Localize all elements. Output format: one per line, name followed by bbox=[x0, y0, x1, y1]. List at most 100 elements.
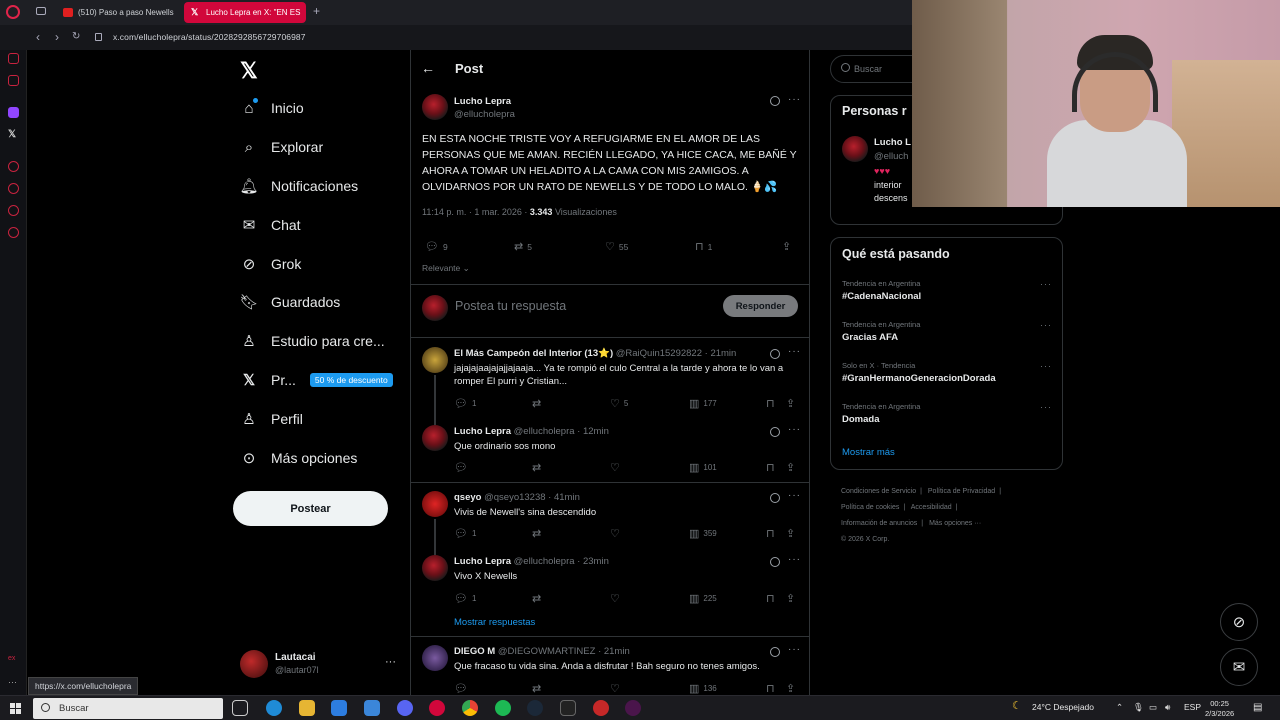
language-indicator[interactable]: ESP bbox=[1184, 702, 1201, 712]
footer-link[interactable]: Más opciones ··· bbox=[929, 520, 981, 527]
repost-action[interactable]: ⇄ 5 bbox=[514, 240, 532, 253]
like-action[interactable]: ♡ 5 bbox=[610, 397, 628, 410]
like-action[interactable]: ♡ bbox=[610, 592, 620, 605]
weather-label[interactable]: 24°C Despejado bbox=[1032, 702, 1094, 712]
bookmark-action[interactable]: ⊓ bbox=[766, 397, 775, 410]
windows-start-icon[interactable] bbox=[10, 703, 21, 714]
opera-gx-icon[interactable] bbox=[429, 700, 445, 716]
comment-author[interactable]: El Más Campeón del Interior (13⭐) bbox=[454, 348, 613, 359]
tray-chevron-icon[interactable]: ⌃ bbox=[1116, 702, 1123, 713]
post-time[interactable]: 11:14 p. m. · 1 mar. 2026 · bbox=[422, 207, 527, 217]
repost-action[interactable]: ⇄ bbox=[532, 527, 541, 540]
search-input[interactable]: Buscar bbox=[854, 64, 882, 74]
share-action[interactable]: ⇪ bbox=[786, 527, 795, 540]
footer-link[interactable]: Accesibilidad bbox=[911, 504, 952, 511]
footer-link[interactable]: Política de cookies bbox=[841, 504, 899, 511]
grok-icon[interactable] bbox=[770, 493, 780, 503]
repost-action[interactable]: ⇄ bbox=[532, 397, 541, 410]
more-icon[interactable]: ··· bbox=[1040, 320, 1052, 330]
steam-icon[interactable] bbox=[527, 700, 543, 716]
reply-action[interactable]: 💬︎ 1 bbox=[454, 397, 476, 410]
grok-icon[interactable] bbox=[770, 96, 780, 106]
reload-icon[interactable]: ↻ bbox=[72, 31, 80, 42]
more-icon[interactable]: ··· bbox=[385, 656, 396, 668]
nav-home[interactable]: ⌂ Inicio bbox=[240, 93, 303, 123]
twitch-icon[interactable] bbox=[8, 107, 19, 118]
person-handle[interactable]: @elluch bbox=[874, 151, 908, 162]
comment-time[interactable]: · 12min bbox=[577, 426, 609, 437]
reply-button[interactable]: Responder bbox=[723, 295, 798, 317]
back-icon[interactable]: ‹ bbox=[36, 30, 40, 44]
avatar[interactable] bbox=[422, 94, 448, 120]
sidebar-app-icon[interactable] bbox=[8, 161, 19, 172]
comment-author[interactable]: Lucho Lepra bbox=[454, 556, 511, 567]
tab-overview-icon[interactable] bbox=[36, 7, 46, 15]
avatar[interactable] bbox=[422, 555, 448, 581]
nav-bookmarks[interactable]: 🔖︎ Guardados bbox=[239, 287, 340, 317]
more-icon[interactable]: ··· bbox=[8, 677, 19, 688]
comment-handle[interactable]: @DIEGOWMARTINEZ bbox=[498, 646, 596, 657]
comment-time[interactable]: · 21min bbox=[598, 646, 630, 657]
post-button[interactable]: Postear bbox=[233, 491, 388, 526]
settings-icon[interactable] bbox=[8, 227, 19, 238]
comment-author[interactable]: DIEGO M bbox=[454, 646, 495, 657]
tab-youtube[interactable]: (510) Paso a paso Newells bbox=[56, 2, 174, 23]
like-action[interactable]: ♡ bbox=[610, 682, 620, 695]
trend-item[interactable]: Tendencia en Argentina Gracias AFA ··· bbox=[842, 320, 1052, 343]
trend-item[interactable]: Tendencia en Argentina #CadenaNacional ·… bbox=[842, 279, 1052, 302]
bookmark-action[interactable]: ⊓ bbox=[766, 461, 775, 474]
comment-time[interactable]: · 23min bbox=[577, 556, 609, 567]
comment-time[interactable]: · 21min bbox=[705, 348, 737, 359]
avatar[interactable] bbox=[422, 491, 448, 517]
nav-more-options[interactable]: ⊙ Más opciones bbox=[240, 443, 358, 473]
footer-link[interactable]: Política de Privacidad bbox=[928, 488, 995, 495]
share-action[interactable]: ⇪ bbox=[786, 682, 795, 695]
grok-icon[interactable] bbox=[770, 427, 780, 437]
avatar[interactable] bbox=[422, 347, 448, 373]
comment-handle[interactable]: @RaiQuin15292822 bbox=[616, 348, 702, 359]
messenger-icon[interactable] bbox=[8, 205, 19, 216]
messages-fab-icon[interactable]: ✉ bbox=[1220, 648, 1258, 686]
bookmark-action[interactable]: ⊓ bbox=[766, 682, 775, 695]
bookmark-action[interactable]: ⊓ bbox=[766, 527, 775, 540]
footer-link[interactable]: Condiciones de Servicio bbox=[841, 488, 916, 495]
x-logo-icon[interactable]: 𝕏 bbox=[240, 58, 258, 84]
x-sidebar-icon[interactable]: 𝕏 bbox=[8, 129, 19, 140]
new-tab-button[interactable]: + bbox=[313, 4, 320, 18]
reply-action[interactable]: 💬︎ 9 bbox=[425, 240, 448, 253]
views-action[interactable]: ▥ 225 bbox=[689, 592, 717, 605]
nav-notifications[interactable]: 🔔︎ Notificaciones bbox=[239, 171, 358, 201]
sidebar-app-icon[interactable] bbox=[8, 53, 19, 64]
comment-handle[interactable]: @qseyo13238 bbox=[484, 492, 545, 503]
obs-icon[interactable] bbox=[593, 700, 609, 716]
grok-fab-icon[interactable]: ⊘ bbox=[1220, 603, 1258, 641]
reply-action[interactable]: 💬︎ 1 bbox=[454, 527, 476, 540]
avatar[interactable] bbox=[422, 645, 448, 671]
more-icon[interactable]: ··· bbox=[1040, 361, 1052, 371]
avatar[interactable] bbox=[422, 425, 448, 451]
slack-icon[interactable] bbox=[625, 700, 641, 716]
task-view-icon[interactable] bbox=[232, 700, 248, 716]
more-icon[interactable]: ··· bbox=[788, 490, 801, 501]
reply-action[interactable]: 💬︎ bbox=[454, 461, 468, 474]
like-action[interactable]: ♡ bbox=[610, 461, 620, 474]
more-icon[interactable]: ··· bbox=[1040, 279, 1052, 289]
comment-handle[interactable]: @ellucholepra bbox=[514, 556, 575, 567]
more-icon[interactable]: ··· bbox=[788, 424, 801, 435]
reply-action[interactable]: 💬︎ bbox=[454, 682, 468, 695]
account-switcher[interactable]: Lautacai @lautar07l ··· bbox=[240, 650, 400, 680]
show-replies-link[interactable]: Mostrar respuestas bbox=[454, 617, 535, 628]
history-icon[interactable] bbox=[8, 183, 19, 194]
discord-icon[interactable] bbox=[397, 700, 413, 716]
grok-icon[interactable] bbox=[770, 647, 780, 657]
mail-icon[interactable] bbox=[364, 700, 380, 716]
trend-item[interactable]: Solo en X · Tendencia #GranHermanoGenera… bbox=[842, 361, 1052, 384]
reply-action[interactable]: 💬︎ 1 bbox=[454, 592, 476, 605]
opera-logo-icon[interactable] bbox=[6, 5, 20, 19]
repost-action[interactable]: ⇄ bbox=[532, 461, 541, 474]
grok-icon[interactable] bbox=[770, 349, 780, 359]
repost-action[interactable]: ⇄ bbox=[532, 682, 541, 695]
more-icon[interactable]: ··· bbox=[1040, 402, 1052, 412]
sidebar-app-icon[interactable] bbox=[8, 75, 19, 86]
nav-premium[interactable]: 𝕏 Pr... 50 % de descuento bbox=[240, 365, 393, 395]
